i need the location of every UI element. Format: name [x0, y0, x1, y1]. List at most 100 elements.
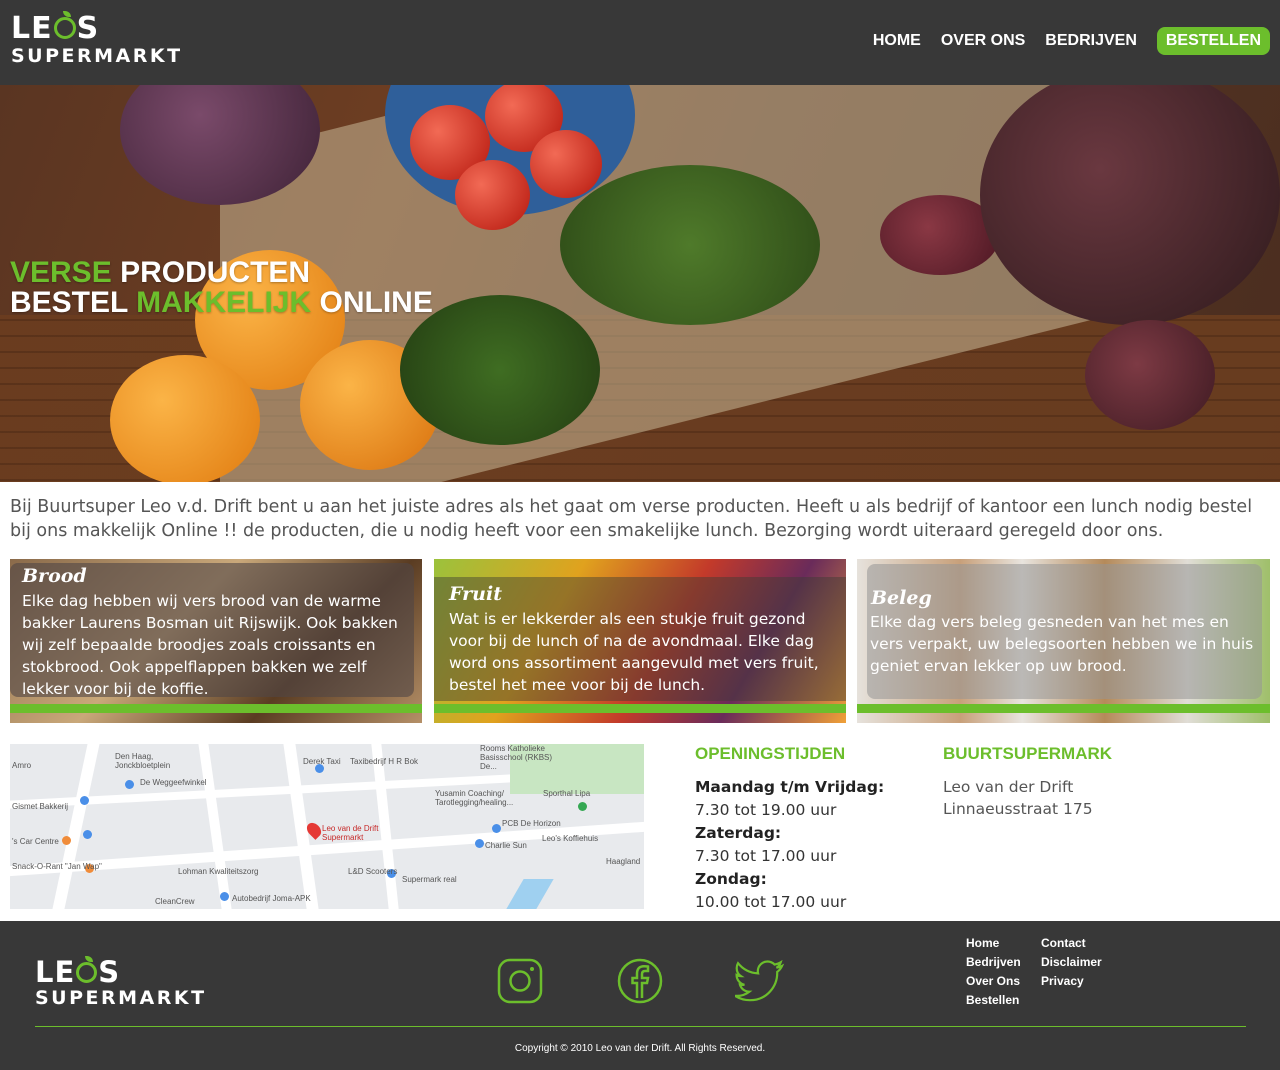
card-accent-bar — [10, 704, 422, 713]
map-pin-icon — [578, 802, 587, 811]
hero-word-bestel: BESTEL — [10, 286, 128, 319]
map-pin-icon — [80, 796, 89, 805]
facebook-icon[interactable] — [617, 958, 663, 1004]
card-title: Fruit — [449, 583, 502, 605]
shop-title: BUURTSUPERMARK — [943, 744, 1113, 763]
logo-subtitle: SUPERMARKT — [35, 987, 207, 1009]
tomato-image — [455, 160, 530, 230]
map-water — [506, 879, 554, 909]
site-header: LE S SUPERMARKT HOME OVER ONS BEDRIJVEN B… — [0, 0, 1280, 85]
hours-day: Zaterdag: — [695, 824, 782, 842]
intro-text: Bij Buurtsuper Leo v.d. Drift bent u aan… — [10, 497, 1253, 541]
map-label: CleanCrew — [155, 897, 195, 906]
beet-image — [1085, 320, 1215, 430]
apple-icon — [53, 11, 76, 39]
apple-icon — [76, 956, 98, 983]
card-title: Beleg — [871, 587, 932, 609]
orange-image — [110, 355, 260, 482]
map-label: Sporthal Lipa — [543, 789, 591, 798]
copyright-text: Copyright © 2010 Leo van der Drift. All … — [514, 1043, 766, 1054]
footer-links-col2: Contact Disclaimer Privacy — [1041, 934, 1102, 991]
instagram-icon[interactable] — [497, 958, 543, 1004]
map-label: PCB De Horizon — [502, 819, 561, 828]
map-pin-icon — [492, 824, 501, 833]
map-label: Yusamin Coaching/ Tarotlegging/healing..… — [435, 789, 514, 807]
hero-word-producten: PRODUCTEN — [120, 256, 311, 289]
hours-time: 7.30 tot 17.00 uur — [695, 847, 837, 865]
site-footer: LE S SUPERMARKT Home Bedrijven Over Ons B… — [0, 921, 1280, 1070]
map-pin-icon — [220, 892, 229, 901]
map-road — [52, 744, 100, 909]
map-label: Lohman Kwaliteitszorg — [178, 867, 259, 876]
map-label: Rooms Katholieke Basisschool (RKBS) De..… — [480, 744, 553, 771]
card-title: Brood — [22, 565, 87, 587]
main-nav: HOME OVER ONS BEDRIJVEN BESTELLEN — [853, 27, 1270, 55]
footer-link-home[interactable]: Home — [966, 934, 1021, 953]
map-label: Derek Taxi — [303, 757, 341, 766]
logo-text-s: S — [76, 11, 100, 46]
opening-hours-title: OPENINGSTIJDEN — [695, 744, 846, 763]
hero-headline: VERSE PRODUCTEN BESTEL MAKKELIJK ONLINE — [10, 258, 433, 318]
hours-time: 7.30 tot 19.00 uur — [695, 801, 837, 819]
hero-word-makkelijk: MAKKELIJK — [136, 286, 312, 319]
footer-logo[interactable]: LE S SUPERMARKT — [35, 955, 207, 1009]
hero-word-verse: VERSE — [10, 256, 112, 289]
map-label: Den Haag, Jonckbloetplein — [115, 752, 171, 770]
site-logo[interactable]: LE S SUPERMARKT — [11, 11, 183, 67]
nav-about[interactable]: OVER ONS — [941, 32, 1025, 50]
footer-link-privacy[interactable]: Privacy — [1041, 972, 1102, 991]
nav-home[interactable]: HOME — [873, 32, 921, 50]
map-pin-icon — [62, 836, 71, 845]
logo-subtitle: SUPERMARKT — [11, 45, 183, 67]
hours-day: Zondag: — [695, 870, 767, 888]
footer-link-disclaimer[interactable]: Disclaimer — [1041, 953, 1102, 972]
map-road — [198, 744, 232, 909]
nav-companies[interactable]: BEDRIJVEN — [1045, 32, 1137, 50]
map-label: Leo van de Drift Supermarkt — [322, 824, 379, 842]
card-text: Wat is er lekkerder als een stukje fruit… — [449, 610, 819, 694]
map-label: L&D Scooters — [348, 867, 398, 876]
logo-text-le: LE — [11, 11, 53, 46]
map-label: Snack-O-Rant "Jan Wap" — [12, 862, 102, 871]
twitter-icon[interactable] — [734, 958, 785, 1004]
product-card-brood[interactable]: Brood Elke dag hebben wij vers brood van… — [10, 559, 422, 723]
card-accent-bar — [434, 704, 846, 713]
shop-info: BUURTSUPERMARK Leo van der Drift Linnaeu… — [943, 744, 1243, 820]
shop-owner: Leo van der Drift — [943, 778, 1074, 796]
hours-day: Maandag t/m Vrijdag: — [695, 778, 885, 796]
footer-divider — [35, 1026, 1246, 1027]
map-label: 's Car Centre — [12, 837, 59, 846]
map-label: Taxibedrijf H R Bok — [350, 757, 419, 766]
map-pin-icon — [125, 780, 134, 789]
footer-link-bedrijven[interactable]: Bedrijven — [966, 953, 1021, 972]
product-card-fruit[interactable]: Fruit Wat is er lekkerder als een stukje… — [434, 559, 846, 723]
map-pin-icon — [475, 839, 484, 848]
hero-word-online: ONLINE — [319, 286, 433, 319]
map-pin-icon — [83, 830, 92, 839]
card-text: Elke dag hebben wij vers brood van de wa… — [22, 592, 398, 698]
opening-hours: OPENINGSTIJDEN Maandag t/m Vrijdag: 7.30… — [695, 744, 925, 914]
logo-text-s: S — [98, 955, 121, 989]
hero-banner: VERSE PRODUCTEN BESTEL MAKKELIJK ONLINE — [0, 85, 1280, 482]
card-accent-bar — [857, 704, 1270, 713]
map-label: Supermark real — [402, 875, 457, 884]
footer-link-contact[interactable]: Contact — [1041, 934, 1102, 953]
map-label: De Weggeefwinkel — [140, 778, 207, 787]
map-label: Charlie Sun — [485, 841, 527, 850]
footer-link-over-ons[interactable]: Over Ons — [966, 972, 1021, 991]
tomato-image — [530, 130, 602, 198]
map-label: Autobedrijf Joma-APK — [232, 894, 311, 903]
footer-link-bestellen[interactable]: Bestellen — [966, 991, 1021, 1010]
map-label: Leo's Koffiehuis — [542, 834, 599, 843]
location-map[interactable]: Amro Den Haag, Jonckbloetplein De Weggee… — [10, 744, 644, 909]
order-button[interactable]: BESTELLEN — [1156, 27, 1270, 55]
product-card-beleg[interactable]: Beleg Elke dag vers beleg gesneden van h… — [857, 559, 1270, 723]
map-label: Gismet Bakkerij — [12, 802, 69, 811]
herbs-image — [560, 165, 820, 325]
map-label: Amro — [12, 761, 32, 770]
card-text: Elke dag vers beleg gesneden van het mes… — [870, 613, 1254, 675]
footer-links-col1: Home Bedrijven Over Ons Bestellen — [966, 934, 1021, 1010]
map-label: Haagland — [606, 857, 641, 866]
logo-text-le: LE — [35, 955, 76, 989]
hours-time: 10.00 tot 17.00 uur — [695, 893, 847, 911]
